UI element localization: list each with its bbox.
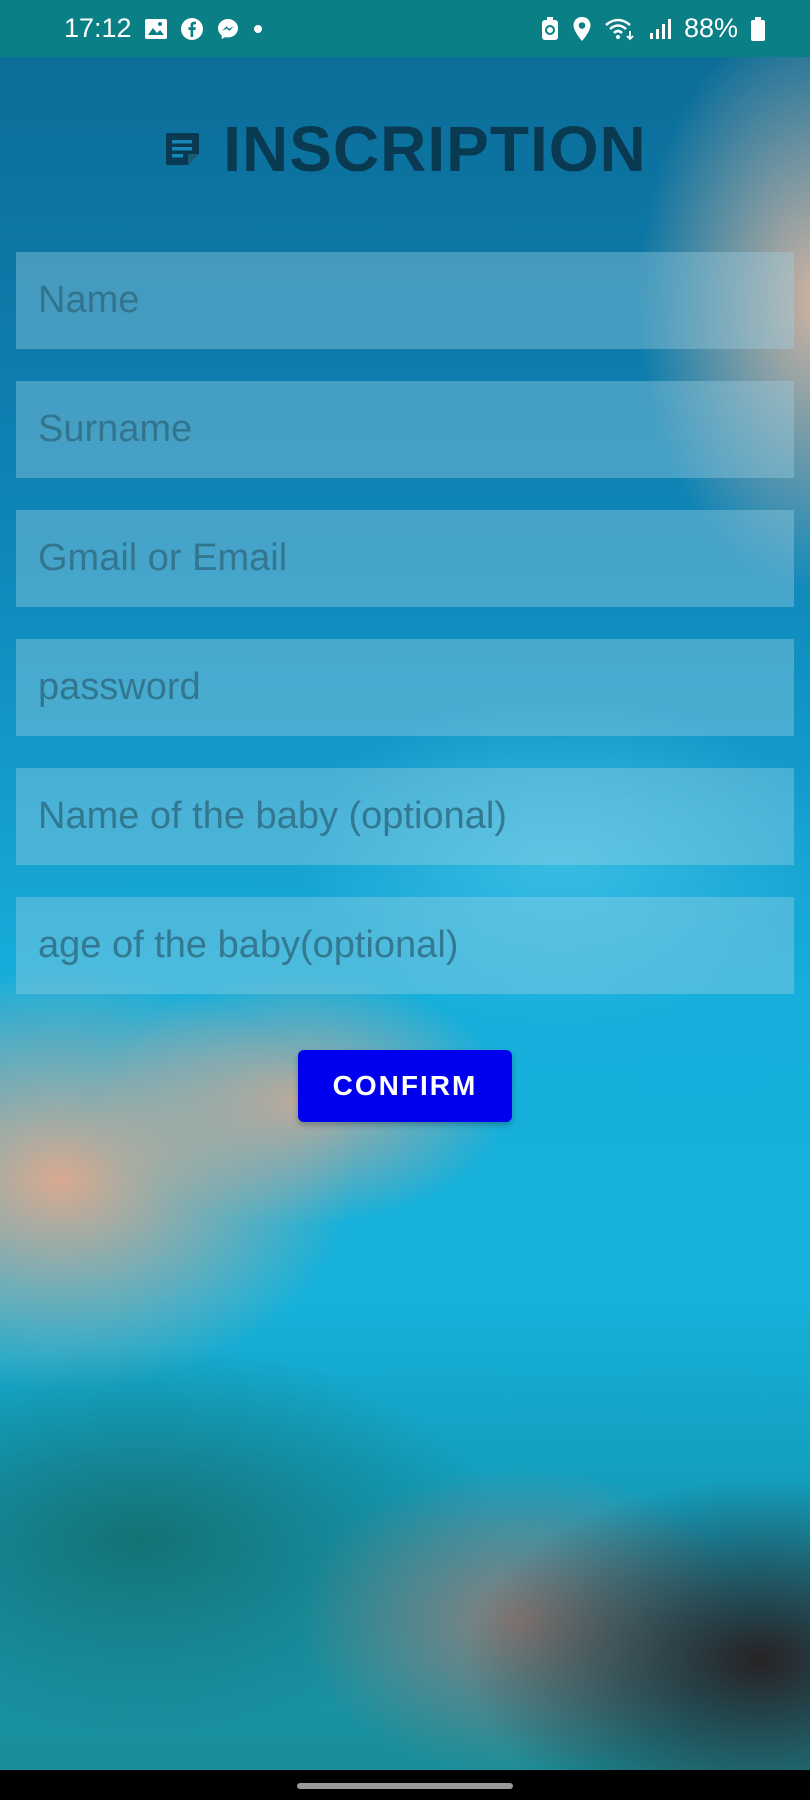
email-input[interactable] — [36, 536, 774, 581]
note-icon — [163, 130, 201, 168]
status-bar: 17:12 88% — [0, 0, 810, 57]
name-field[interactable] — [16, 252, 794, 349]
confirm-button-label: CONFIRM — [332, 1070, 478, 1101]
home-handle[interactable] — [297, 1783, 513, 1789]
wifi-icon — [604, 17, 636, 41]
screen-background: 17:12 88% INSCRIPTION Name Surname Gmail… — [0, 0, 810, 1800]
battery-icon — [750, 16, 766, 42]
surname-input[interactable] — [36, 407, 774, 452]
messenger-icon — [216, 17, 240, 41]
status-bar-left: 17:12 — [64, 13, 264, 44]
baby-age-input[interactable] — [36, 923, 774, 968]
facebook-icon — [180, 17, 204, 41]
name-input[interactable] — [36, 278, 774, 323]
signal-icon — [648, 17, 672, 41]
password-input[interactable] — [36, 665, 774, 710]
baby-name-input[interactable] — [36, 794, 774, 839]
confirm-button[interactable]: CONFIRM — [298, 1050, 512, 1122]
battery-saver-icon — [540, 16, 560, 42]
email-field[interactable] — [16, 510, 794, 607]
password-field[interactable] — [16, 639, 794, 736]
battery-percent: 88% — [683, 13, 738, 43]
dot-icon — [252, 23, 264, 35]
location-icon — [572, 16, 592, 42]
baby-name-field[interactable] — [16, 768, 794, 865]
status-time: 17:12 — [64, 13, 132, 43]
status-bar-right: 88% — [540, 13, 766, 44]
header: INSCRIPTION — [0, 112, 810, 186]
surname-field[interactable] — [16, 381, 794, 478]
gallery-icon — [144, 18, 168, 40]
baby-age-field[interactable] — [16, 897, 794, 994]
page-title: INSCRIPTION — [223, 113, 647, 185]
